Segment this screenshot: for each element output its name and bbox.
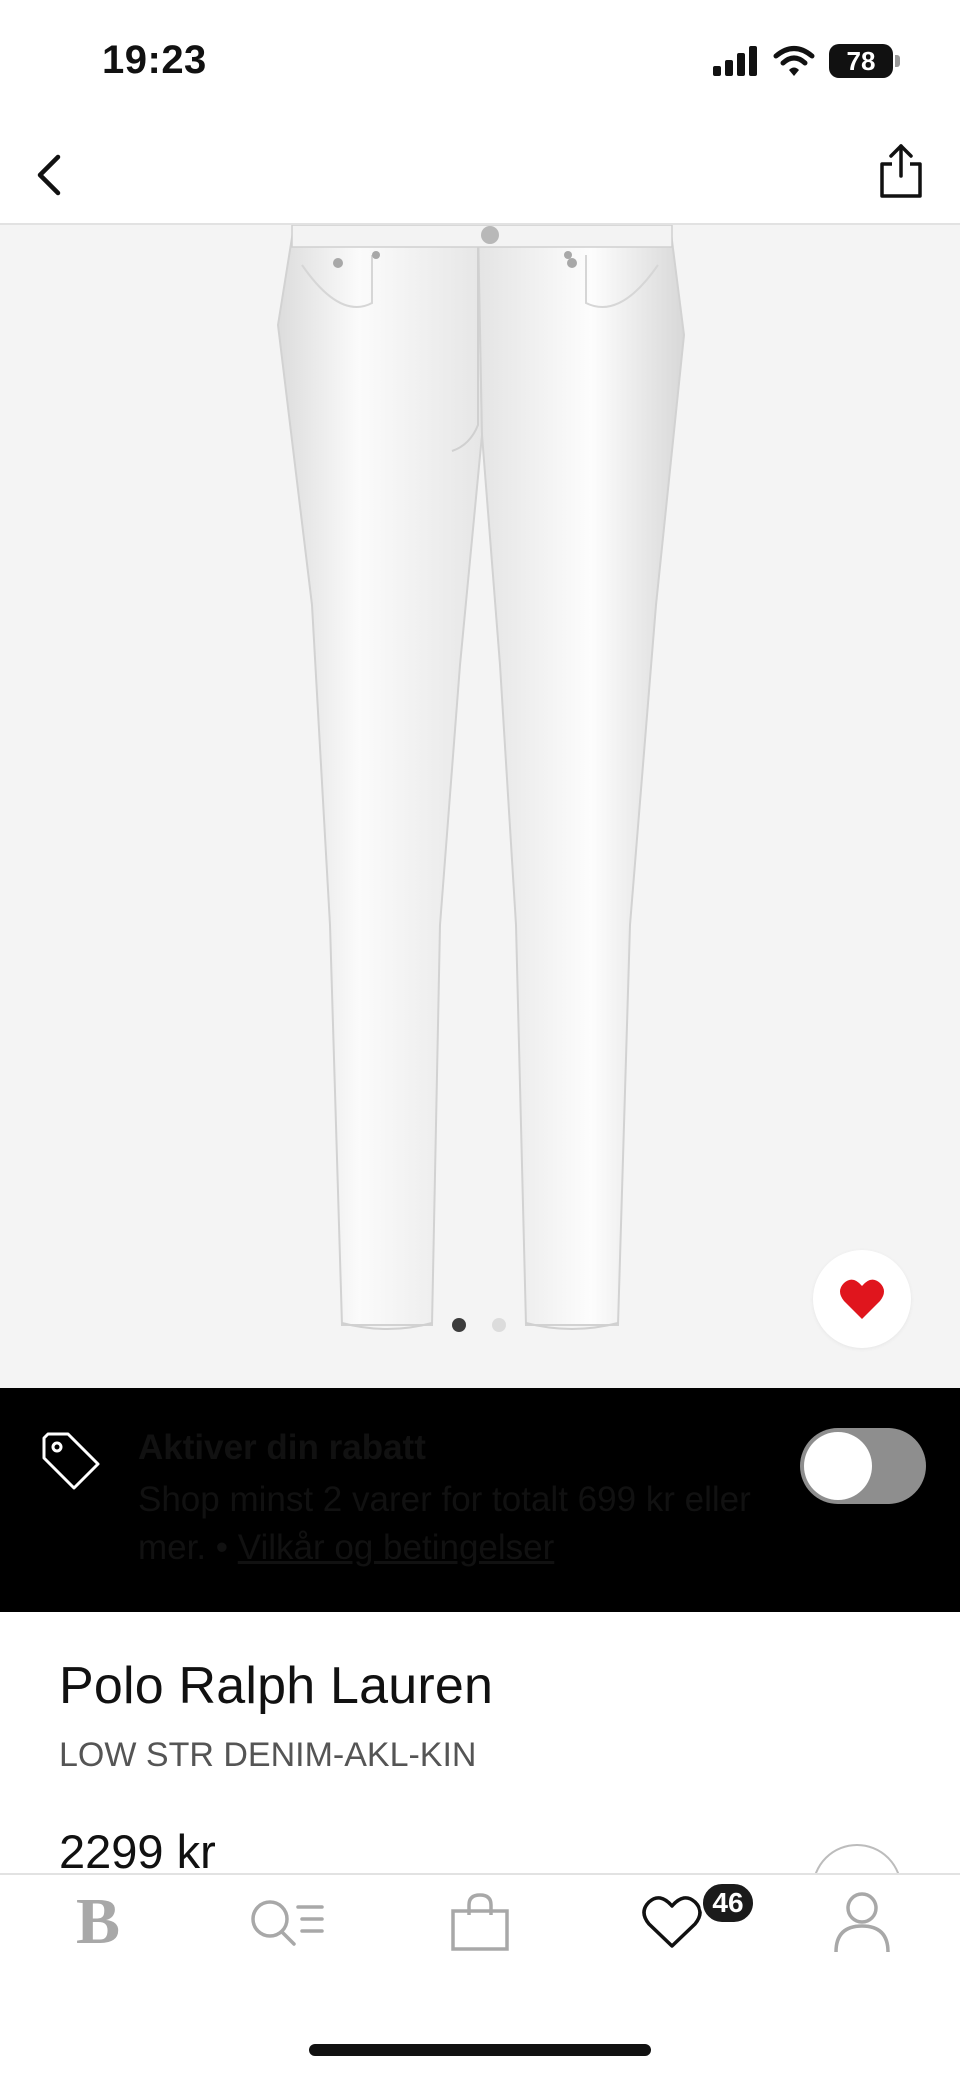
- tab-search[interactable]: [248, 1890, 326, 1954]
- back-button[interactable]: [28, 145, 68, 205]
- heart-icon: [840, 1279, 884, 1319]
- shopping-bag-icon: [451, 1893, 509, 1951]
- jeans-illustration: [276, 225, 686, 1330]
- price-tag-icon: [40, 1430, 102, 1492]
- carousel-dot[interactable]: [492, 1318, 506, 1332]
- product-model: LOW STR DENIM-AKL-KIN: [59, 1736, 477, 1774]
- status-time: 19:23: [102, 38, 207, 82]
- toggle-knob: [804, 1432, 872, 1500]
- tab-home[interactable]: B: [68, 1885, 128, 1958]
- home-indicator: [309, 2044, 651, 2056]
- battery-indicator: 78: [829, 44, 893, 78]
- wifi-icon: [773, 46, 815, 76]
- chevron-left-icon: [37, 154, 61, 196]
- battery-cap: [895, 55, 900, 67]
- tab-profile[interactable]: [830, 1890, 894, 1954]
- share-icon: [880, 144, 922, 198]
- product-price: 2299 kr: [59, 1825, 216, 1878]
- terms-link[interactable]: Vilkår og betingelser: [238, 1528, 555, 1567]
- brand-logo-icon: B: [75, 1885, 121, 1958]
- banner-title: Aktiver din rabatt: [138, 1428, 426, 1467]
- share-button[interactable]: [878, 140, 924, 200]
- favorites-count-badge: 46: [700, 1881, 756, 1925]
- signal-icon: [713, 46, 757, 76]
- heart-outline-icon: [642, 1896, 702, 1948]
- discount-toggle[interactable]: [800, 1428, 926, 1504]
- status-icons: 78: [713, 44, 900, 78]
- top-nav-bar: [0, 100, 960, 225]
- tab-favorites[interactable]: [640, 1890, 704, 1954]
- banner-body: Shop minst 2 varer for totalt 699 kr ell…: [138, 1476, 778, 1572]
- user-icon: [834, 1892, 890, 1953]
- product-brand: Polo Ralph Lauren: [59, 1657, 494, 1715]
- search-list-icon: [251, 1900, 324, 1946]
- tab-bag[interactable]: [446, 1890, 514, 1954]
- favorite-button[interactable]: [813, 1250, 911, 1348]
- carousel-dot-active[interactable]: [452, 1318, 466, 1332]
- product-image[interactable]: [0, 225, 960, 1388]
